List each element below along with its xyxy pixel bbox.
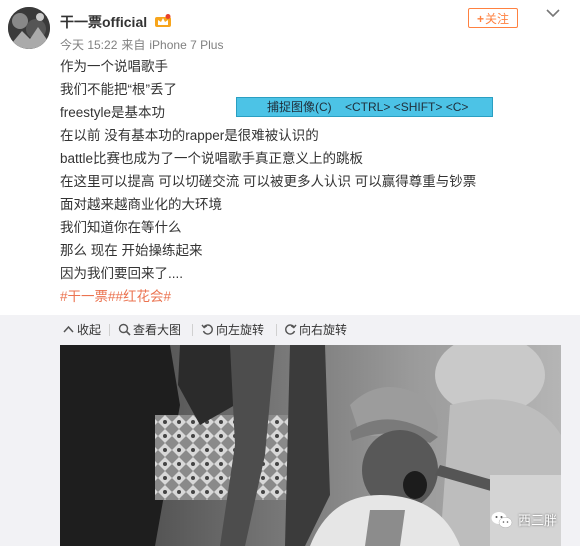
post-body: 作为一个说唱歌手 我们不能把“根”丢了 freestyle是基本功 在以前 没有…: [60, 55, 476, 308]
chevron-down-icon[interactable]: [546, 8, 560, 18]
rotate-right-label: 向右旋转: [299, 323, 348, 337]
source-prefix: 来自: [121, 38, 146, 52]
post-line: 在这里可以提高 可以切磋交流 可以被更多人认识 可以赢得尊重与钞票: [60, 174, 477, 189]
photo-image: [60, 345, 561, 546]
rotate-left-label: 向左旋转: [216, 323, 265, 337]
post-source[interactable]: iPhone 7 Plus: [149, 38, 223, 52]
collapse-label: 收起: [77, 323, 102, 337]
rotate-left-icon: [201, 324, 213, 335]
image-toolbar: 收起 查看大图 向左旋转 向右旋转: [0, 315, 580, 345]
hashtag-link[interactable]: #干一票##红花会#: [60, 285, 476, 308]
post-line: 在以前 没有基本功的rapper是很难被认识的: [60, 128, 319, 143]
watermark: 西三胖: [491, 510, 557, 529]
post-time[interactable]: 今天 15:22: [60, 38, 117, 52]
post-line: battle比赛也成为了一个说唱歌手真正意义上的跳板: [60, 151, 364, 166]
post-line: 面对越来越商业化的大环境: [60, 197, 222, 212]
toolbar-divider: [109, 324, 110, 336]
rotate-right-button[interactable]: 向右旋转: [284, 315, 347, 345]
post-line: 因为我们要回来了....: [60, 266, 184, 281]
avatar[interactable]: [8, 7, 50, 49]
rotate-left-button[interactable]: 向左旋转: [201, 315, 264, 345]
post-line: 作为一个说唱歌手: [60, 59, 168, 74]
follow-button[interactable]: +关注: [468, 8, 518, 28]
post-line: 我们知道你在等什么: [60, 220, 182, 235]
magnifier-icon: [118, 323, 131, 336]
username[interactable]: 干一票official: [60, 12, 147, 32]
avatar-photo: [8, 7, 50, 49]
view-large-button[interactable]: 查看大图: [118, 315, 181, 345]
post-meta: 今天 15:22 来自 iPhone 7 Plus: [60, 36, 227, 53]
capture-tooltip: 捕捉图像(C) <CTRL> <SHIFT> <C>: [236, 97, 493, 117]
collapse-button[interactable]: 收起: [62, 315, 101, 345]
toolbar-divider: [192, 324, 193, 336]
vip-crown-icon[interactable]: [155, 14, 171, 27]
chevron-up-icon: [63, 325, 74, 333]
post-line: 那么 现在 开始操练起来: [60, 243, 203, 258]
toolbar-divider: [276, 324, 277, 336]
watermark-text: 西三胖: [518, 513, 558, 528]
plus-icon: +: [476, 12, 484, 26]
rotate-right-icon: [285, 324, 297, 335]
post-photo[interactable]: [60, 345, 561, 546]
follow-label: 关注: [485, 12, 510, 26]
view-large-label: 查看大图: [133, 323, 182, 337]
